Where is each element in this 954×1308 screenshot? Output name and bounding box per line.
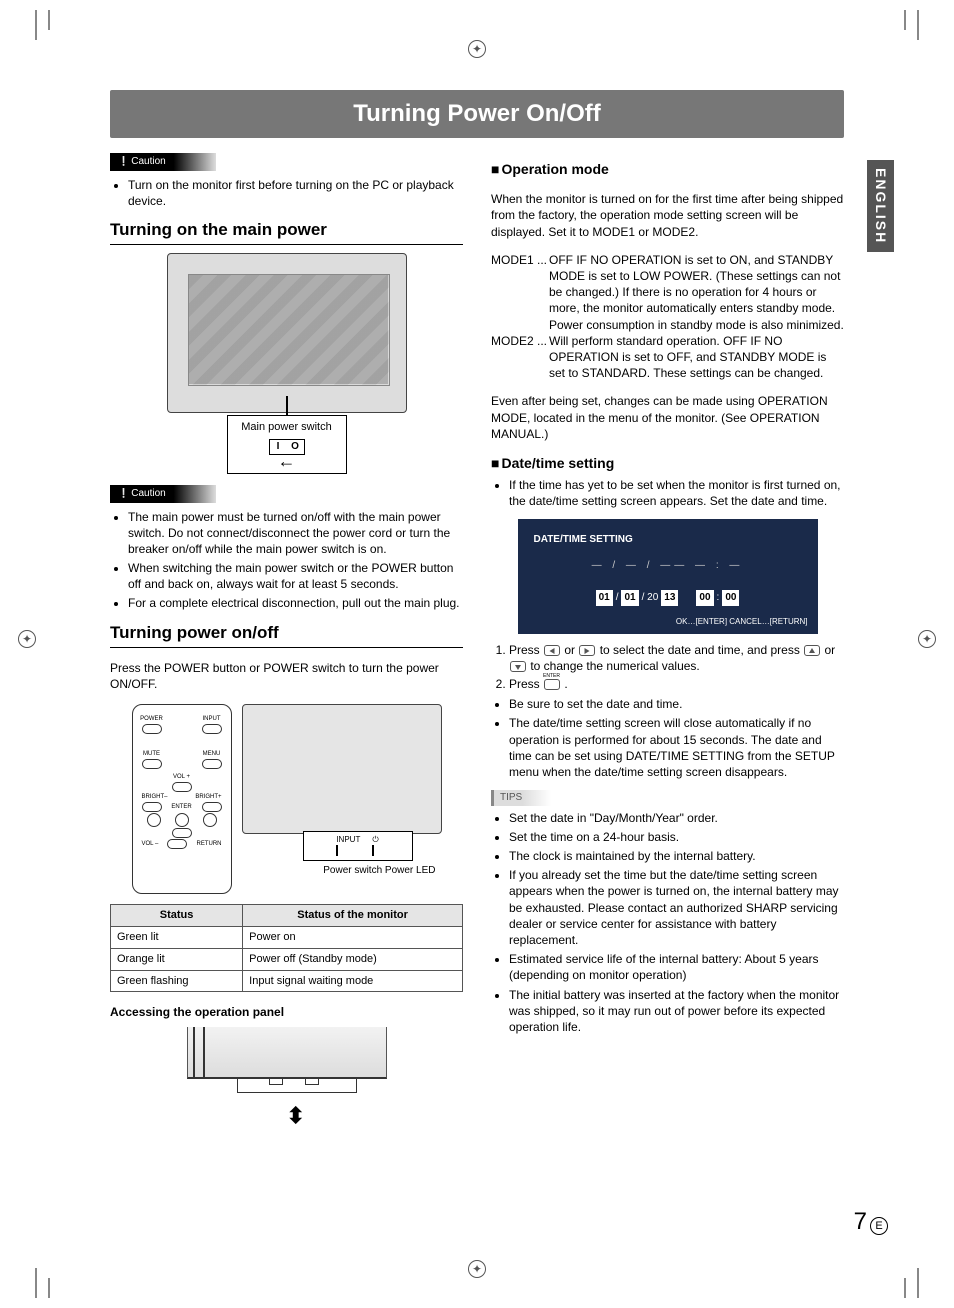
status-table: Status Status of the monitor Green lit P…	[110, 904, 463, 992]
list-item: Be sure to set the date and time.	[509, 696, 844, 712]
body-text: Even after being set, changes can be mad…	[491, 393, 844, 442]
registration-mark-icon: ✦	[918, 630, 936, 648]
caution-badge: Caution	[110, 153, 216, 171]
list-item: Estimated service life of the internal b…	[509, 951, 844, 983]
page-title: Turning Power On/Off	[110, 90, 844, 138]
mode1-block: MODE1 ...OFF IF NO OPERATION is set to O…	[491, 252, 844, 333]
table-row: Green lit Power on	[111, 926, 463, 948]
body-list: If the time has yet to be set when the m…	[491, 477, 844, 509]
subsection-operation-mode: Operation mode	[491, 160, 844, 179]
tips-list: Set the date in "Day/Month/Year" order. …	[491, 810, 844, 1035]
list-item: The date/time setting screen will close …	[509, 715, 844, 780]
callout-main-power-switch: Main power switch I O ←	[227, 415, 347, 474]
list-item: If the time has yet to be set when the m…	[509, 477, 844, 509]
table-header: Status of the monitor	[243, 904, 463, 926]
left-icon	[142, 802, 162, 812]
arrow-left-icon: ←	[232, 455, 342, 467]
intro-text: Press the POWER button or POWER switch t…	[110, 660, 463, 692]
list-item: Set the time on a 24-hour basis.	[509, 829, 844, 845]
page-number: 7E	[854, 1206, 888, 1238]
up-button-icon	[804, 645, 820, 656]
op-panel-heading: Accessing the operation panel	[110, 1004, 463, 1020]
registration-mark-icon: ✦	[468, 1260, 486, 1278]
figure-power-panel: INPUT ⏻	[303, 831, 413, 861]
step-item: Press .	[509, 676, 844, 692]
down-button-icon	[510, 661, 526, 672]
registration-mark-icon: ✦	[468, 40, 486, 58]
caution-badge: Caution	[110, 485, 216, 503]
down-icon	[172, 828, 192, 838]
figure-monitor-front: INPUT ⏻	[242, 704, 442, 834]
list-item: If you already set the time but the date…	[509, 867, 844, 948]
enter-button-icon	[544, 679, 560, 690]
section-heading-power-onoff: Turning power on/off	[110, 622, 463, 648]
section-heading-main-power: Turning on the main power	[110, 219, 463, 245]
body-text: When the monitor is turned on for the fi…	[491, 191, 844, 240]
registration-mark-icon: ✦	[18, 630, 36, 648]
figure-monitor-back	[167, 253, 407, 413]
step-item: Press or to select the date and time, an…	[509, 642, 844, 674]
figure-datetime-screen: DATE/TIME SETTING — / — / —— — : — 01 / …	[518, 519, 818, 634]
body-list: Be sure to set the date and time. The da…	[491, 696, 844, 780]
table-row: Green flashing Input signal waiting mode	[111, 970, 463, 992]
list-item: The initial battery was inserted at the …	[509, 987, 844, 1036]
steps-list: Press or to select the date and time, an…	[509, 642, 844, 693]
caution-list: Turn on the monitor first before turning…	[110, 177, 463, 209]
figure-remote: POWER INPUT MUTE MENU VOL + BRIGH	[132, 704, 232, 894]
caution-item: For a complete electrical disconnection,…	[128, 595, 463, 611]
right-button-icon	[579, 645, 595, 656]
list-item: Set the date in "Day/Month/Year" order.	[509, 810, 844, 826]
list-item: The clock is maintained by the internal …	[509, 848, 844, 864]
table-row: Orange lit Power off (Standby mode)	[111, 948, 463, 970]
table-header: Status	[111, 904, 243, 926]
callout-label: Main power switch	[241, 421, 331, 433]
mode2-block: MODE2 ...Will perform standard operation…	[491, 333, 844, 382]
panel-footer: OK…[ENTER] CANCEL…[RETURN]	[676, 617, 808, 628]
tips-badge: TIPS	[491, 790, 551, 806]
caution-list: The main power must be turned on/off wit…	[110, 509, 463, 612]
right-icon	[202, 802, 222, 812]
panel-title: DATE/TIME SETTING	[534, 533, 802, 547]
caution-item: When switching the main power switch or …	[128, 560, 463, 592]
caution-item: Turn on the monitor first before turning…	[128, 177, 463, 209]
subsection-datetime: Date/time setting	[491, 454, 844, 473]
figure-operation-panel: ⬍	[177, 1027, 397, 1127]
caution-item: The main power must be turned on/off wit…	[128, 509, 463, 558]
up-icon	[172, 782, 192, 792]
figure-labels: Power switch Power LED	[242, 864, 442, 878]
arrow-updown-icon: ⬍	[287, 1101, 305, 1131]
language-tab: ENGLISH	[867, 160, 894, 252]
left-button-icon	[544, 645, 560, 656]
panel-dashes: — / — / —— — : —	[534, 559, 802, 573]
